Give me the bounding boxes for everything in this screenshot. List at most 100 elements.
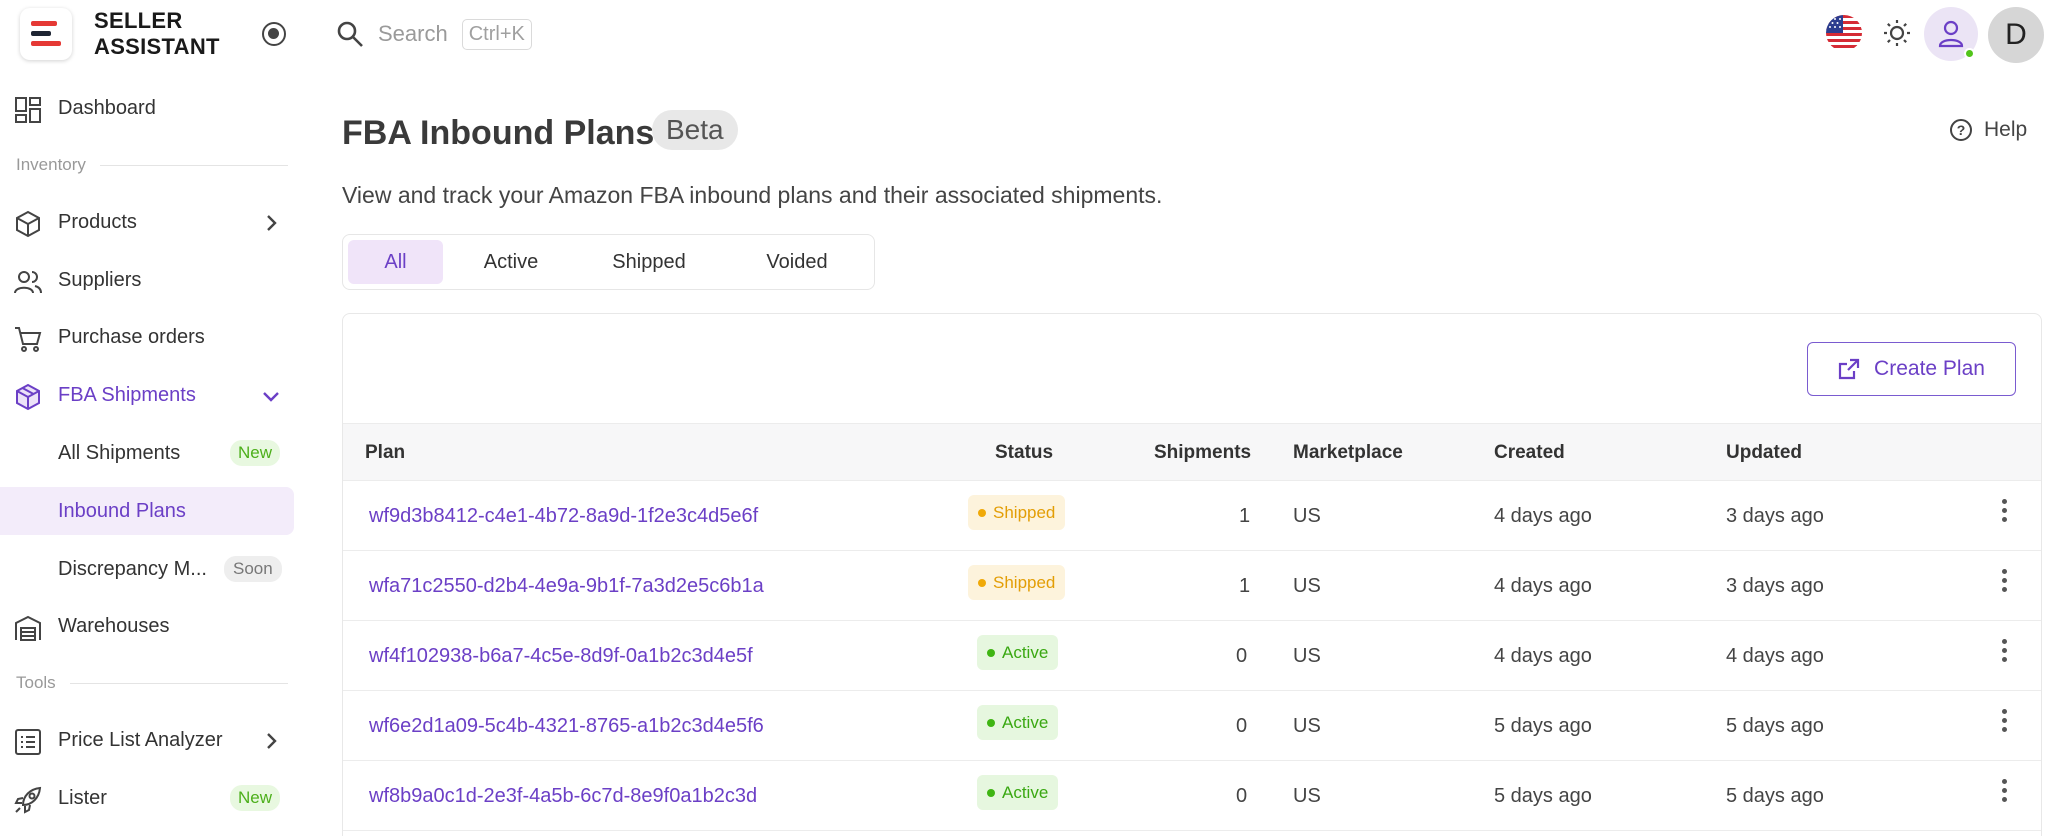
sidebar-item-label: Discrepancy M... xyxy=(58,557,207,580)
status-badge: Active xyxy=(977,635,1059,670)
shipments-count: 0 xyxy=(1236,715,1248,737)
plans-card: Create Plan Plan Status Shipments Market… xyxy=(342,313,2042,836)
search-placeholder: Search xyxy=(378,21,448,46)
shipments-count: 0 xyxy=(1236,645,1248,667)
column-header-marketplace[interactable]: Marketplace xyxy=(1293,442,1403,464)
table-row[interactable]: wf4f102938-b6a7-4c5e-8d9f-0a1b2c3d4e5f A… xyxy=(343,621,2041,691)
plan-id-link[interactable]: wf4f102938-b6a7-4c5e-8d9f-0a1b2c3d4e5f xyxy=(369,645,753,668)
create-plan-button[interactable]: Create Plan xyxy=(1807,342,2016,396)
marketplace-cell: US xyxy=(1293,575,1321,597)
tab-active[interactable]: Active xyxy=(451,240,571,284)
sidebar-item-all-shipments[interactable]: All Shipments New xyxy=(0,429,294,477)
search-icon xyxy=(337,21,363,47)
sidebar-item-products[interactable]: Products xyxy=(0,198,294,246)
cart-icon xyxy=(15,327,42,352)
section-label-tools: Tools xyxy=(16,673,288,693)
more-options-icon[interactable] xyxy=(2001,779,2009,807)
sidebar-item-dashboard[interactable]: Dashboard xyxy=(0,84,294,132)
more-options-icon[interactable] xyxy=(2001,499,2009,527)
tab-voided[interactable]: Voided xyxy=(727,240,867,284)
created-cell: 4 days ago xyxy=(1494,645,1592,667)
plan-id-link[interactable]: wfa71c2550-d2b4-4e9a-9b1f-7a3d2e5c6b1a xyxy=(369,575,764,598)
updated-cell: 5 days ago xyxy=(1726,785,1824,807)
column-header-updated[interactable]: Updated xyxy=(1726,442,1802,464)
column-header-plan[interactable]: Plan xyxy=(365,442,405,464)
sidebar-item-label: FBA Shipments xyxy=(58,383,196,406)
search-bar[interactable]: Search Ctrl+K xyxy=(336,14,532,54)
online-status-dot xyxy=(1964,48,1975,59)
marketplace-cell: US xyxy=(1293,785,1321,807)
page-subtitle: View and track your Amazon FBA inbound p… xyxy=(342,182,1163,208)
sidebar-item-label: Suppliers xyxy=(58,268,142,291)
status-badge: Shipped xyxy=(968,565,1066,600)
sidebar: SELLER ASSISTANT Dashboard Inventory Pro… xyxy=(0,0,300,836)
status-badge: Active xyxy=(977,775,1059,810)
rocket-icon xyxy=(14,786,42,814)
dashboard-icon xyxy=(15,97,41,123)
updated-cell: 5 days ago xyxy=(1726,715,1824,737)
create-plan-label: Create Plan xyxy=(1874,357,1985,380)
beta-badge: Beta xyxy=(652,110,738,150)
plan-id-link[interactable]: wf8b9a0c1d-2e3f-4a5b-6c7d-8e9f0a1b2c3d xyxy=(369,785,757,808)
shipments-count: 0 xyxy=(1236,785,1248,807)
tab-all[interactable]: All xyxy=(348,240,443,284)
package-icon xyxy=(16,383,40,411)
sidebar-item-fba-shipments[interactable]: FBA Shipments xyxy=(0,371,294,419)
soon-badge: Soon xyxy=(224,556,282,582)
table-row[interactable]: wfa71c2550-d2b4-4e9a-9b1f-7a3d2e5c6b1a S… xyxy=(343,551,2041,621)
user-icon xyxy=(1938,20,1964,48)
status-badge: Shipped xyxy=(968,495,1066,530)
chevron-right-icon xyxy=(267,733,277,749)
column-header-created[interactable]: Created xyxy=(1494,442,1565,464)
table-header: Plan Status Shipments Marketplace Create… xyxy=(343,423,2041,481)
more-options-icon[interactable] xyxy=(2001,709,2009,737)
more-options-icon[interactable] xyxy=(2001,569,2009,597)
sidebar-item-label: Dashboard xyxy=(58,96,156,119)
chevron-down-icon xyxy=(263,392,279,402)
box-icon xyxy=(16,210,40,238)
marketplace-cell: US xyxy=(1293,715,1321,737)
sidebar-item-inbound-plans[interactable]: Inbound Plans xyxy=(0,487,294,535)
sidebar-item-purchase-orders[interactable]: Purchase orders xyxy=(0,313,294,361)
plan-id-link[interactable]: wf6e2d1a09-5c4b-4321-8765-a1b2c3d4e5f6 xyxy=(369,715,764,738)
brand[interactable]: SELLER ASSISTANT xyxy=(20,4,220,64)
sidebar-item-price-list-analyzer[interactable]: Price List Analyzer xyxy=(0,716,294,764)
created-cell: 4 days ago xyxy=(1494,575,1592,597)
plan-id-link[interactable]: wf9d3b8412-c4e1-4b72-8a9d-1f2e3c4d5e6f xyxy=(369,505,758,528)
sidebar-item-label: All Shipments xyxy=(58,441,181,464)
created-cell: 5 days ago xyxy=(1494,785,1592,807)
marketplace-cell: US xyxy=(1293,505,1321,527)
table-row[interactable]: wf9d3b8412-c4e1-4b72-8a9d-1f2e3c4d5e6f S… xyxy=(343,481,2041,551)
record-icon[interactable] xyxy=(262,22,286,46)
sidebar-item-lister[interactable]: Lister New xyxy=(0,774,294,822)
us-flag-icon[interactable] xyxy=(1826,15,1862,51)
help-button[interactable]: ? Help xyxy=(1950,118,2027,142)
shipments-count: 1 xyxy=(1239,575,1251,597)
column-header-status[interactable]: Status xyxy=(995,442,1053,464)
section-label-inventory: Inventory xyxy=(16,155,288,175)
table-row[interactable]: wf8b9a0c1d-2e3f-4a5b-6c7d-8e9f0a1b2c3d A… xyxy=(343,761,2041,831)
sidebar-item-suppliers[interactable]: Suppliers xyxy=(0,256,294,304)
sidebar-item-warehouses[interactable]: Warehouses xyxy=(0,602,294,650)
sidebar-item-label: Lister xyxy=(58,786,107,809)
shipments-count: 1 xyxy=(1239,505,1251,527)
brand-name: SELLER ASSISTANT xyxy=(94,8,220,59)
more-options-icon[interactable] xyxy=(2001,639,2009,667)
sidebar-item-discrepancy[interactable]: Discrepancy M... Soon xyxy=(0,545,294,593)
table-row[interactable]: wf6e2d1a09-5c4b-4321-8765-a1b2c3d4e5f6 A… xyxy=(343,691,2041,761)
sun-icon[interactable] xyxy=(1882,18,1912,48)
tab-shipped[interactable]: Shipped xyxy=(579,240,719,284)
updated-cell: 3 days ago xyxy=(1726,575,1824,597)
column-header-shipments[interactable]: Shipments xyxy=(1154,442,1251,464)
updated-cell: 4 days ago xyxy=(1726,645,1824,667)
list-icon xyxy=(15,729,41,755)
updated-cell: 3 days ago xyxy=(1726,505,1824,527)
help-icon: ? xyxy=(1950,119,1972,141)
avatar[interactable]: D xyxy=(1988,7,2044,63)
created-cell: 5 days ago xyxy=(1494,715,1592,737)
status-tabs: All Active Shipped Voided xyxy=(342,234,875,290)
help-label: Help xyxy=(1984,118,2028,141)
status-badge: Active xyxy=(977,705,1059,740)
page-title: FBA Inbound Plans xyxy=(342,114,655,152)
sidebar-item-label: Purchase orders xyxy=(58,325,205,348)
